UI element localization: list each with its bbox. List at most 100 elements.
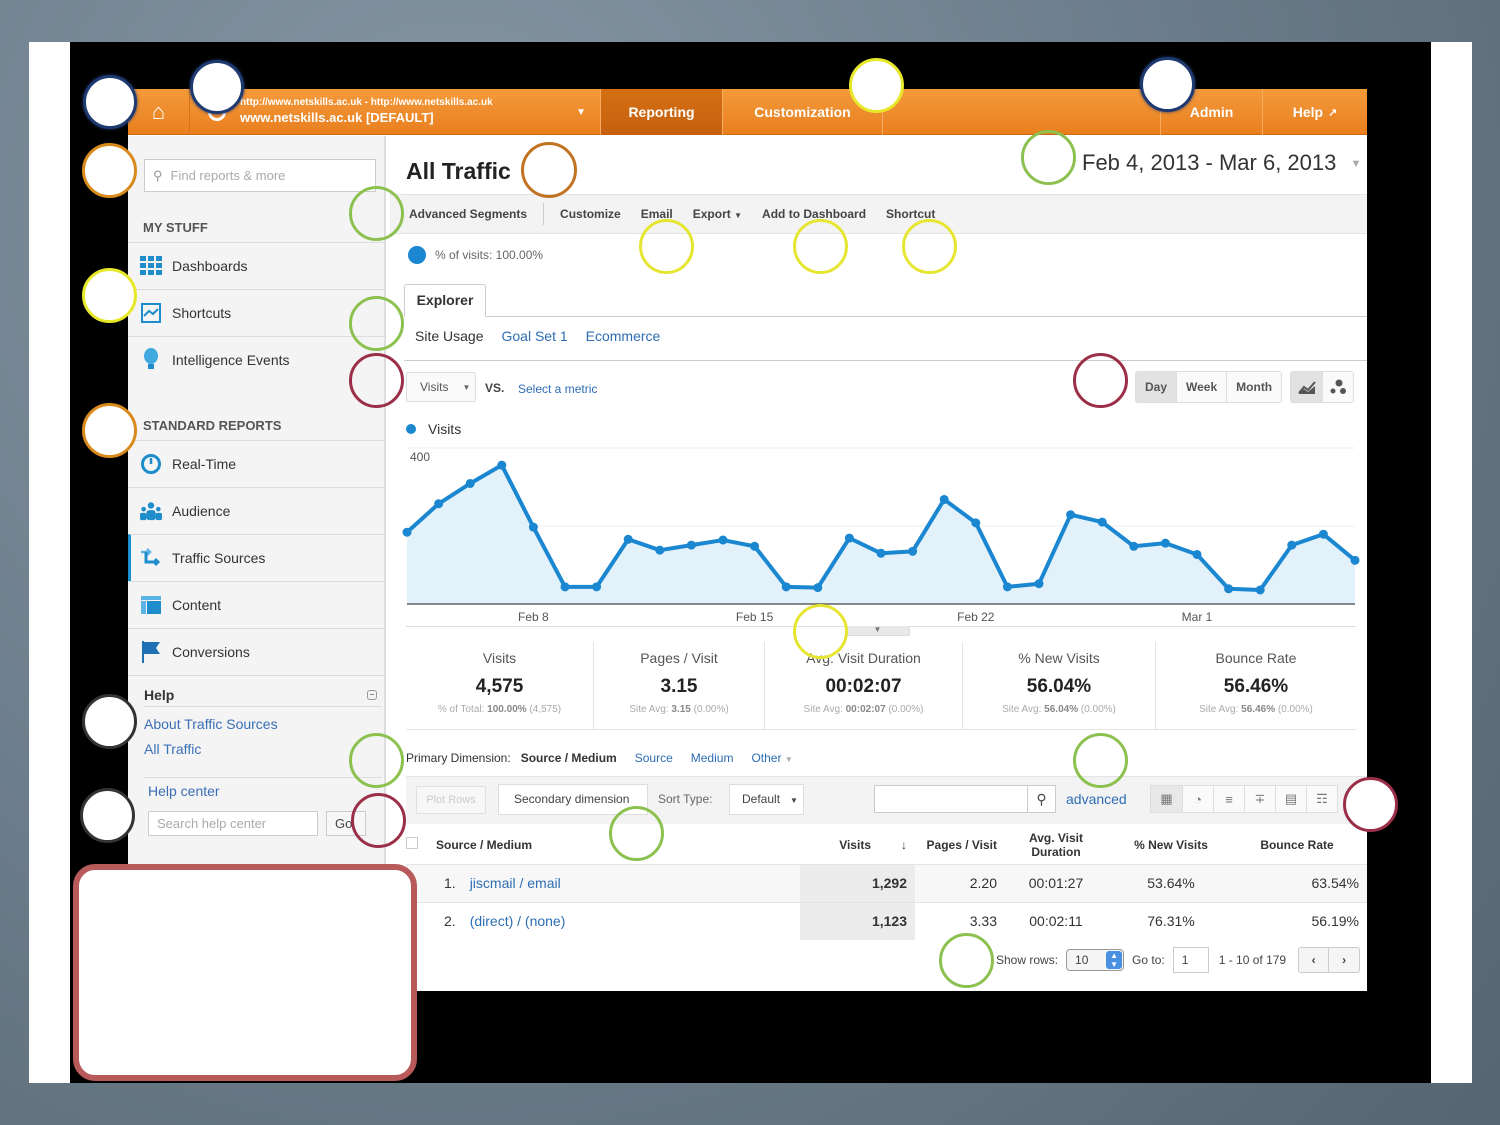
data-point xyxy=(686,540,696,550)
primary-dimension-other[interactable]: Other ▼ xyxy=(751,751,792,765)
scorecard-sub: Site Avg: 00:02:07 (0.00%) xyxy=(803,704,924,715)
goto-input[interactable]: 1 xyxy=(1172,947,1209,973)
table-view-icon[interactable]: ▦ xyxy=(1151,786,1182,812)
scorecard-sub: % of Total: 100.00% (4,575) xyxy=(437,704,562,715)
sidebar-item-conversions[interactable]: Conversions xyxy=(128,628,384,675)
scorecard-pages-per-visit[interactable]: Pages / Visit 3.15 Site Avg: 3.15 (0.00%… xyxy=(594,642,765,729)
sidebar-item-shortcuts[interactable]: Shortcuts xyxy=(128,289,384,336)
row-source-link[interactable]: jiscmail / email xyxy=(470,875,561,891)
sidebar-item-content[interactable]: Content xyxy=(128,581,384,628)
data-point xyxy=(1255,585,1265,595)
show-rows-select[interactable]: 10 ▲ ▼ xyxy=(1066,949,1125,971)
expand-chart-handle[interactable]: ▼ xyxy=(845,626,910,636)
pivot-view-icon[interactable]: ☶ xyxy=(1306,786,1337,812)
primary-dimension-medium[interactable]: Medium xyxy=(691,751,734,765)
row-source-link[interactable]: (direct) / (none) xyxy=(470,913,566,929)
search-icon[interactable]: ⚲ xyxy=(1027,786,1055,812)
select-metric-link[interactable]: Select a metric xyxy=(518,382,597,396)
advanced-filter-link[interactable]: advanced xyxy=(1066,791,1127,807)
data-point xyxy=(876,548,886,558)
select-all-checkbox[interactable] xyxy=(406,826,430,864)
table-search-input[interactable]: ⚲ xyxy=(874,785,1056,813)
scorecard-avg-visit-duration[interactable]: Avg. Visit Duration 00:02:07 Site Avg: 0… xyxy=(765,642,963,729)
sidebar-item-dashboards[interactable]: Dashboards xyxy=(128,242,384,289)
scorecard-value: 4,575 xyxy=(475,676,524,697)
scorecard-new-visits[interactable]: % New Visits 56.04% Site Avg: 56.04% (0.… xyxy=(963,642,1156,729)
column-header-avg-duration[interactable]: Avg. Visit Duration xyxy=(1005,826,1115,864)
subtab-site-usage[interactable]: Site Usage xyxy=(415,328,483,344)
granularity-day[interactable]: Day xyxy=(1136,372,1177,402)
sidebar-item-audience[interactable]: Audience xyxy=(128,487,384,534)
chevron-down-icon: ▼ xyxy=(462,382,471,392)
find-reports-input[interactable]: ⚲ Find reports & more xyxy=(144,159,376,192)
primary-dimension-source[interactable]: Source xyxy=(635,751,673,765)
account-selector[interactable]: http://www.netskills.ac.uk - http://www.… xyxy=(190,89,600,135)
help-panel: Help − About Traffic Sources All Traffic xyxy=(144,687,382,757)
table-row: 1. jiscmail / email 1,292 2.20 00:01:27 5… xyxy=(406,863,1367,902)
date-range-picker[interactable]: Feb 4, 2013 - Mar 6, 2013 ▼ xyxy=(1082,150,1361,176)
granularity-month[interactable]: Month xyxy=(1226,372,1281,402)
data-point xyxy=(718,535,728,545)
sidebar-item-traffic-sources[interactable]: Traffic Sources xyxy=(128,534,384,581)
row-bounce: 56.19% xyxy=(1235,901,1367,940)
performance-view-icon[interactable]: ≡ xyxy=(1213,786,1244,812)
vs-label: VS. xyxy=(485,381,505,395)
dashboard-grid-icon xyxy=(140,255,162,277)
subtab-goal-set-1[interactable]: Goal Set 1 xyxy=(501,328,567,344)
export-button[interactable]: Export ▼ xyxy=(693,207,742,221)
customize-button[interactable]: Customize xyxy=(560,207,621,221)
column-header-new-visits[interactable]: % New Visits xyxy=(1115,826,1235,864)
help-link-all-traffic[interactable]: All Traffic xyxy=(144,741,382,757)
scorecard-visits[interactable]: Visits 4,575 % of Total: 100.00% (4,575) xyxy=(406,642,594,729)
motion-chart-button[interactable] xyxy=(1322,372,1353,402)
scorecard-value: 56.04% xyxy=(1026,676,1092,697)
line-chart-button[interactable] xyxy=(1291,372,1322,402)
legend-dot xyxy=(406,424,416,434)
help-center-link[interactable]: Help center xyxy=(148,783,220,799)
advanced-segments-button[interactable]: Advanced Segments xyxy=(409,207,527,221)
shortcut-icon xyxy=(140,302,162,324)
sort-type-select[interactable]: Default ▼ xyxy=(729,784,804,815)
pie-view-icon[interactable]: ◔ xyxy=(1182,786,1213,812)
sidebar-item-real-time[interactable]: Real-Time xyxy=(128,440,384,487)
primary-dimension-current[interactable]: Source / Medium xyxy=(521,751,617,765)
subtab-ecommerce[interactable]: Ecommerce xyxy=(586,328,661,344)
scorecard-bounce-rate[interactable]: Bounce Rate 56.46% Site Avg: 56.46% (0.0… xyxy=(1156,642,1356,729)
column-header-visits[interactable]: Visits ↓ xyxy=(800,826,915,864)
plot-rows-button[interactable]: Plot Rows xyxy=(416,786,486,814)
visits-chart: 200400Feb 8Feb 15Feb 22Mar 1 xyxy=(402,447,1360,624)
annotation-marker xyxy=(351,793,406,848)
home-button[interactable]: ⌂ xyxy=(128,89,190,135)
next-page-button[interactable]: › xyxy=(1329,947,1361,973)
x-tick-label: Feb 8 xyxy=(518,610,549,624)
sidebar-item-label: Real-Time xyxy=(172,456,237,472)
column-header-pages-per-visit[interactable]: Pages / Visit xyxy=(915,826,1005,864)
annotation-marker xyxy=(609,806,664,861)
column-header-bounce-rate[interactable]: Bounce Rate xyxy=(1235,826,1367,864)
sidebar-item-label: Conversions xyxy=(172,644,250,660)
annotation-marker xyxy=(521,142,577,198)
data-point xyxy=(1192,549,1202,559)
help-divider xyxy=(144,777,382,778)
help-search-input[interactable]: Search help center xyxy=(148,811,318,836)
annotation-marker xyxy=(80,788,135,843)
chevron-down-icon: ▼ xyxy=(1350,158,1362,171)
granularity-week[interactable]: Week xyxy=(1176,372,1226,402)
annotation-marker xyxy=(349,353,404,408)
annotation-marker xyxy=(793,604,848,659)
nav-help[interactable]: Help ↗ xyxy=(1262,89,1367,135)
data-point xyxy=(971,518,981,528)
annotation-marker xyxy=(82,694,137,749)
help-link-about-traffic-sources[interactable]: About Traffic Sources xyxy=(144,716,382,732)
nav-reporting[interactable]: Reporting xyxy=(600,89,722,135)
comparison-view-icon[interactable]: ∓ xyxy=(1244,786,1275,812)
prev-page-button[interactable]: ‹ xyxy=(1298,947,1330,973)
tab-explorer[interactable]: Explorer xyxy=(404,284,486,317)
term-cloud-icon[interactable]: ▤ xyxy=(1275,786,1306,812)
data-point xyxy=(1097,517,1107,527)
collapse-icon[interactable]: − xyxy=(367,690,377,700)
page-range: 1 - 10 of 179 xyxy=(1218,953,1287,967)
y-tick-label: 400 xyxy=(410,450,430,464)
sidebar-item-intelligence-events[interactable]: Intelligence Events xyxy=(128,336,384,383)
metric-select[interactable]: Visits ▼ xyxy=(406,372,476,402)
